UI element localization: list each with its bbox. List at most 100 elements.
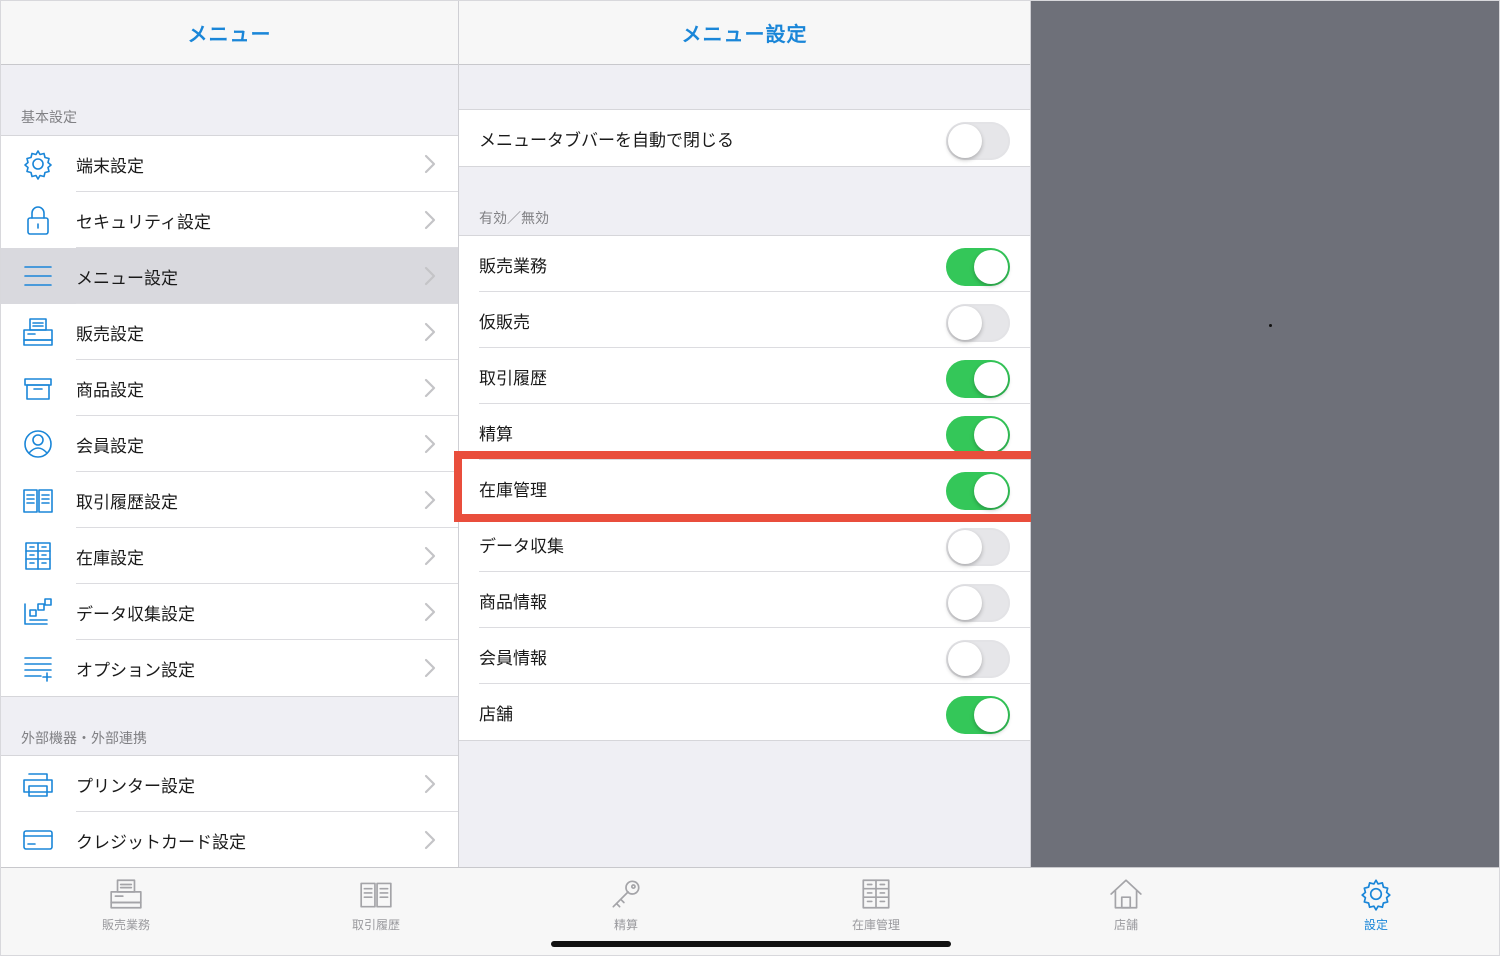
toggle-row-8: 店舗 bbox=[459, 684, 1030, 740]
menu-row-external-1[interactable]: クレジットカード設定 bbox=[1, 812, 458, 867]
toggle-switch[interactable] bbox=[946, 696, 1010, 734]
book-icon bbox=[358, 876, 394, 912]
tab-5[interactable]: 設定 bbox=[1296, 876, 1456, 940]
detail-pane bbox=[1031, 1, 1499, 867]
menu-row-basic-0[interactable]: 端末設定 bbox=[1, 136, 458, 192]
menu-row-label: プリンター設定 bbox=[76, 776, 195, 797]
tab-2[interactable]: 精算 bbox=[546, 876, 706, 940]
chevron-right-icon bbox=[424, 378, 436, 398]
book-icon bbox=[21, 484, 55, 516]
toggle-switch[interactable] bbox=[946, 360, 1010, 398]
toggle-switch[interactable] bbox=[946, 584, 1010, 622]
menu-settings-pane: メニュー設定 メニュータブバーを自動で閉じる 有効／無効 販売業務仮販売取引履歴… bbox=[459, 1, 1031, 867]
chevron-right-icon bbox=[424, 546, 436, 566]
chevron-right-icon bbox=[424, 322, 436, 342]
toggle-knob bbox=[948, 586, 982, 620]
tab-0[interactable]: 販売業務 bbox=[46, 876, 206, 940]
menu-row-basic-2[interactable]: メニュー設定 bbox=[1, 248, 458, 304]
chevron-right-icon bbox=[424, 774, 436, 794]
menu-row-label: セキュリティ設定 bbox=[76, 212, 211, 233]
menu-row-basic-7[interactable]: 在庫設定 bbox=[1, 528, 458, 584]
tab-3[interactable]: 在庫管理 bbox=[796, 876, 956, 940]
data-collect-icon bbox=[21, 596, 55, 628]
chevron-right-icon bbox=[424, 830, 436, 850]
toggle-knob bbox=[948, 530, 982, 564]
menu-settings-title: メニュー設定 bbox=[681, 22, 808, 46]
house-icon bbox=[1108, 876, 1144, 912]
tab-label: 精算 bbox=[613, 918, 638, 932]
menu-row-label: 商品設定 bbox=[76, 380, 144, 401]
basic-settings-group: 端末設定セキュリティ設定メニュー設定 販売設定商品設定会員設定取引履歴設定 在庫設定… bbox=[1, 135, 458, 697]
menu-pane: メニュー 基本設定 端末設定 セキュリティ設定 メニュー設定 販売設定 商品設定 会員設定… bbox=[1, 1, 459, 867]
menu-row-label: 取引履歴設定 bbox=[76, 492, 178, 513]
toggle-row-label: 仮販売 bbox=[479, 312, 530, 333]
toggle-switch[interactable] bbox=[946, 528, 1010, 566]
chevron-right-icon bbox=[424, 490, 436, 510]
app-window: メニュー 基本設定 端末設定 セキュリティ設定 メニュー設定 販売設定 商品設定 会員設定… bbox=[0, 0, 1500, 956]
menu-row-label: クレジットカード設定 bbox=[76, 832, 246, 853]
printer-icon bbox=[21, 768, 55, 800]
tab-label: 在庫管理 bbox=[851, 918, 900, 932]
enable-disable-group: 販売業務 仮販売 取引履歴 精算 在庫管理 データ収集 商品情報 会員情報 店舗 bbox=[459, 235, 1030, 741]
menu-row-basic-9[interactable]: オプション設定 bbox=[1, 640, 458, 696]
menu-row-label: 在庫設定 bbox=[76, 548, 144, 569]
chevron-right-icon bbox=[424, 154, 436, 174]
toggle-knob bbox=[948, 306, 982, 340]
toggle-knob bbox=[974, 250, 1008, 284]
basic-settings-section-header: 基本設定 bbox=[21, 110, 77, 126]
key-icon bbox=[608, 876, 644, 912]
toggle-knob bbox=[974, 362, 1008, 396]
toggle-row-label: 商品情報 bbox=[479, 592, 547, 613]
tab-label: 店舗 bbox=[1113, 918, 1138, 932]
box-icon bbox=[21, 372, 55, 404]
menu-row-basic-6[interactable]: 取引履歴設定 bbox=[1, 472, 458, 528]
menu-row-basic-8[interactable]: データ収集設定 bbox=[1, 584, 458, 640]
toggle-switch[interactable] bbox=[946, 416, 1010, 454]
toggle-row-6: 商品情報 bbox=[459, 572, 1030, 628]
register-icon bbox=[21, 316, 55, 348]
toggle-row-1: 仮販売 bbox=[459, 292, 1030, 348]
menu-row-basic-4[interactable]: 商品設定 bbox=[1, 360, 458, 416]
auto-close-row: メニュータブバーを自動で閉じる bbox=[459, 110, 1030, 166]
toggle-switch[interactable] bbox=[946, 472, 1010, 510]
toggle-switch[interactable] bbox=[946, 304, 1010, 342]
toggle-row-5: データ収集 bbox=[459, 516, 1030, 572]
toggle-row-label: データ収集 bbox=[479, 536, 564, 557]
auto-close-group: メニュータブバーを自動で閉じる bbox=[459, 109, 1030, 167]
toggle-row-7: 会員情報 bbox=[459, 628, 1030, 684]
tab-label: 販売業務 bbox=[101, 918, 150, 932]
toggle-row-label: 取引履歴 bbox=[479, 368, 547, 389]
chevron-right-icon bbox=[424, 434, 436, 454]
menu-row-basic-3[interactable]: 販売設定 bbox=[1, 304, 458, 360]
dot-mark bbox=[1269, 324, 1272, 327]
menu-row-external-0[interactable]: プリンター設定 bbox=[1, 756, 458, 812]
cabinet-icon bbox=[21, 540, 55, 572]
tab-4[interactable]: 店舗 bbox=[1046, 876, 1206, 940]
toggle-knob bbox=[948, 124, 982, 158]
gear-icon bbox=[1358, 876, 1394, 912]
register-icon bbox=[108, 876, 144, 912]
toggle-row-2: 取引履歴 bbox=[459, 348, 1030, 404]
person-icon bbox=[21, 428, 55, 460]
toggle-row-label: 店舗 bbox=[479, 704, 513, 725]
tab-1[interactable]: 取引履歴 bbox=[296, 876, 456, 940]
menu-row-basic-5[interactable]: 会員設定 bbox=[1, 416, 458, 472]
enable-disable-section-header: 有効／無効 bbox=[479, 211, 549, 227]
external-section-header: 外部機器・外部連携 bbox=[21, 731, 147, 747]
toggle-row-label: 在庫管理 bbox=[479, 480, 547, 501]
toggle-switch[interactable] bbox=[946, 640, 1010, 678]
chevron-right-icon bbox=[424, 210, 436, 230]
toggle-knob bbox=[974, 474, 1008, 508]
toggle-knob bbox=[974, 418, 1008, 452]
home-indicator bbox=[551, 941, 951, 947]
menu-row-label: オプション設定 bbox=[76, 660, 195, 681]
auto-close-toggle[interactable] bbox=[946, 122, 1010, 160]
cabinet-icon bbox=[858, 876, 894, 912]
menu-row-basic-1[interactable]: セキュリティ設定 bbox=[1, 192, 458, 248]
toggle-knob bbox=[974, 698, 1008, 732]
toggle-row-label: 販売業務 bbox=[479, 256, 547, 277]
menu-row-label: 会員設定 bbox=[76, 436, 144, 457]
toggle-switch[interactable] bbox=[946, 248, 1010, 286]
menu-row-label: データ収集設定 bbox=[76, 604, 195, 625]
menu-lines-icon bbox=[21, 260, 55, 292]
